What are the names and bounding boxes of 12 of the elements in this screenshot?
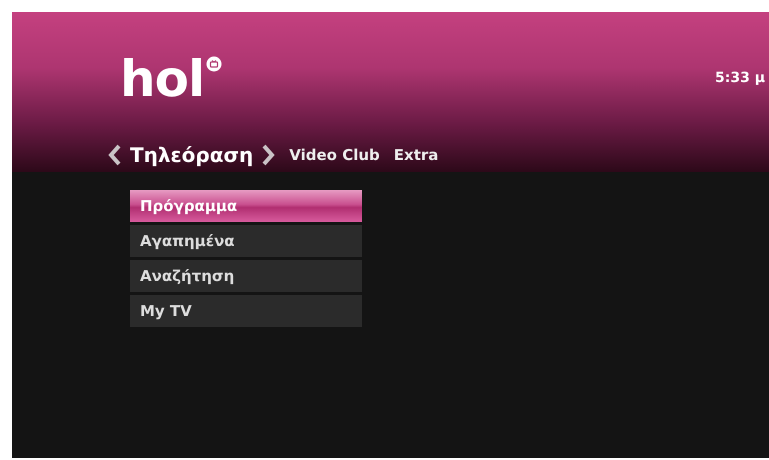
- menu-item[interactable]: Πρόγραμμα: [130, 190, 362, 222]
- clock-time: 5:33 μ: [715, 69, 765, 88]
- nav-tab[interactable]: Τηλεόραση: [130, 140, 254, 170]
- nav-tab[interactable]: Video Club: [289, 144, 380, 166]
- nav-tab[interactable]: Extra: [394, 144, 438, 166]
- logo-text: hol: [120, 54, 204, 104]
- chevron-left-icon[interactable]: [108, 144, 122, 166]
- menu-item[interactable]: Αγαπημένα: [130, 225, 362, 257]
- menu-item[interactable]: My TV: [130, 295, 362, 327]
- chevron-right-icon[interactable]: [261, 144, 276, 166]
- tv-bubble-icon: [206, 56, 222, 72]
- menu-item[interactable]: Αναζήτηση: [130, 260, 362, 292]
